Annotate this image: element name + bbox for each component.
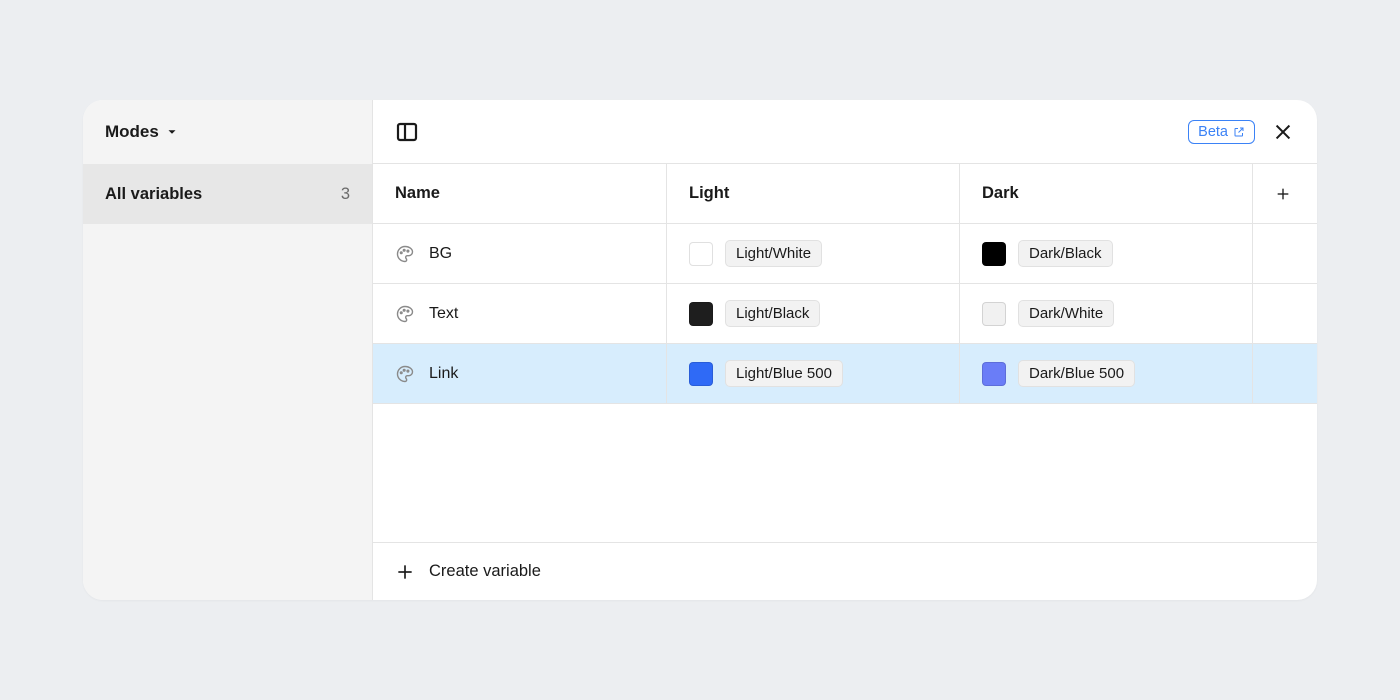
variable-name: Text — [429, 305, 458, 323]
table-header-row: Name Light Dark — [373, 164, 1317, 224]
add-mode-button[interactable] — [1253, 164, 1313, 223]
table-row[interactable]: Text Light/Black Dark/White — [373, 284, 1317, 344]
color-swatch — [689, 242, 713, 266]
table-body: BG Light/White Dark/Black Text Light/Black Da… — [373, 224, 1317, 404]
column-header-light[interactable]: Light — [667, 164, 960, 223]
sidebar-item-all-variables[interactable]: All variables 3 — [83, 164, 372, 224]
plus-icon — [1275, 184, 1291, 204]
variable-value-cell[interactable]: Dark/Black — [960, 224, 1253, 283]
value-chip: Dark/Black — [1018, 240, 1113, 267]
variables-table: Name Light Dark BG Light/White Dark/Black T… — [373, 164, 1317, 542]
variable-name-cell[interactable]: Text — [373, 284, 667, 343]
panel-icon — [395, 120, 419, 144]
toggle-sidebar-button[interactable] — [393, 118, 421, 146]
toolbar: Beta — [373, 100, 1317, 164]
variable-name: BG — [429, 245, 452, 263]
column-header-name: Name — [373, 164, 667, 223]
main-area: Beta Name Light Dark — [373, 100, 1317, 600]
row-trailing-cell — [1253, 224, 1313, 283]
variable-value-cell[interactable]: Light/Black — [667, 284, 960, 343]
create-variable-button[interactable]: Create variable — [373, 542, 1317, 600]
table-row[interactable]: Link Light/Blue 500 Dark/Blue 500 — [373, 344, 1317, 404]
sidebar: Modes All variables 3 — [83, 100, 373, 600]
collection-count: 3 — [341, 185, 350, 204]
variable-name-cell[interactable]: Link — [373, 344, 667, 403]
value-chip: Light/Black — [725, 300, 820, 327]
modes-dropdown[interactable]: Modes — [83, 100, 372, 164]
external-link-icon — [1233, 126, 1245, 138]
column-header-dark[interactable]: Dark — [960, 164, 1253, 223]
color-swatch — [982, 362, 1006, 386]
close-button[interactable] — [1269, 118, 1297, 146]
beta-badge[interactable]: Beta — [1188, 120, 1255, 144]
variable-name-cell[interactable]: BG — [373, 224, 667, 283]
value-chip: Dark/White — [1018, 300, 1114, 327]
color-swatch — [689, 302, 713, 326]
value-chip: Light/Blue 500 — [725, 360, 843, 387]
chevron-down-icon — [165, 125, 179, 139]
create-variable-label: Create variable — [429, 562, 541, 581]
value-chip: Light/White — [725, 240, 822, 267]
value-chip: Dark/Blue 500 — [1018, 360, 1135, 387]
variables-panel: Modes All variables 3 Beta — [83, 100, 1317, 600]
plus-icon — [395, 562, 415, 582]
variable-value-cell[interactable]: Light/Blue 500 — [667, 344, 960, 403]
row-trailing-cell — [1253, 344, 1313, 403]
color-swatch — [982, 302, 1006, 326]
close-icon — [1272, 121, 1294, 143]
variable-value-cell[interactable]: Dark/White — [960, 284, 1253, 343]
table-row[interactable]: BG Light/White Dark/Black — [373, 224, 1317, 284]
variable-value-cell[interactable]: Light/White — [667, 224, 960, 283]
palette-icon — [395, 304, 415, 324]
color-swatch — [982, 242, 1006, 266]
variable-name: Link — [429, 365, 458, 383]
palette-icon — [395, 364, 415, 384]
color-swatch — [689, 362, 713, 386]
modes-dropdown-label: Modes — [105, 122, 159, 142]
row-trailing-cell — [1253, 284, 1313, 343]
collection-label: All variables — [105, 185, 202, 204]
palette-icon — [395, 244, 415, 264]
variable-value-cell[interactable]: Dark/Blue 500 — [960, 344, 1253, 403]
beta-badge-label: Beta — [1198, 124, 1228, 140]
